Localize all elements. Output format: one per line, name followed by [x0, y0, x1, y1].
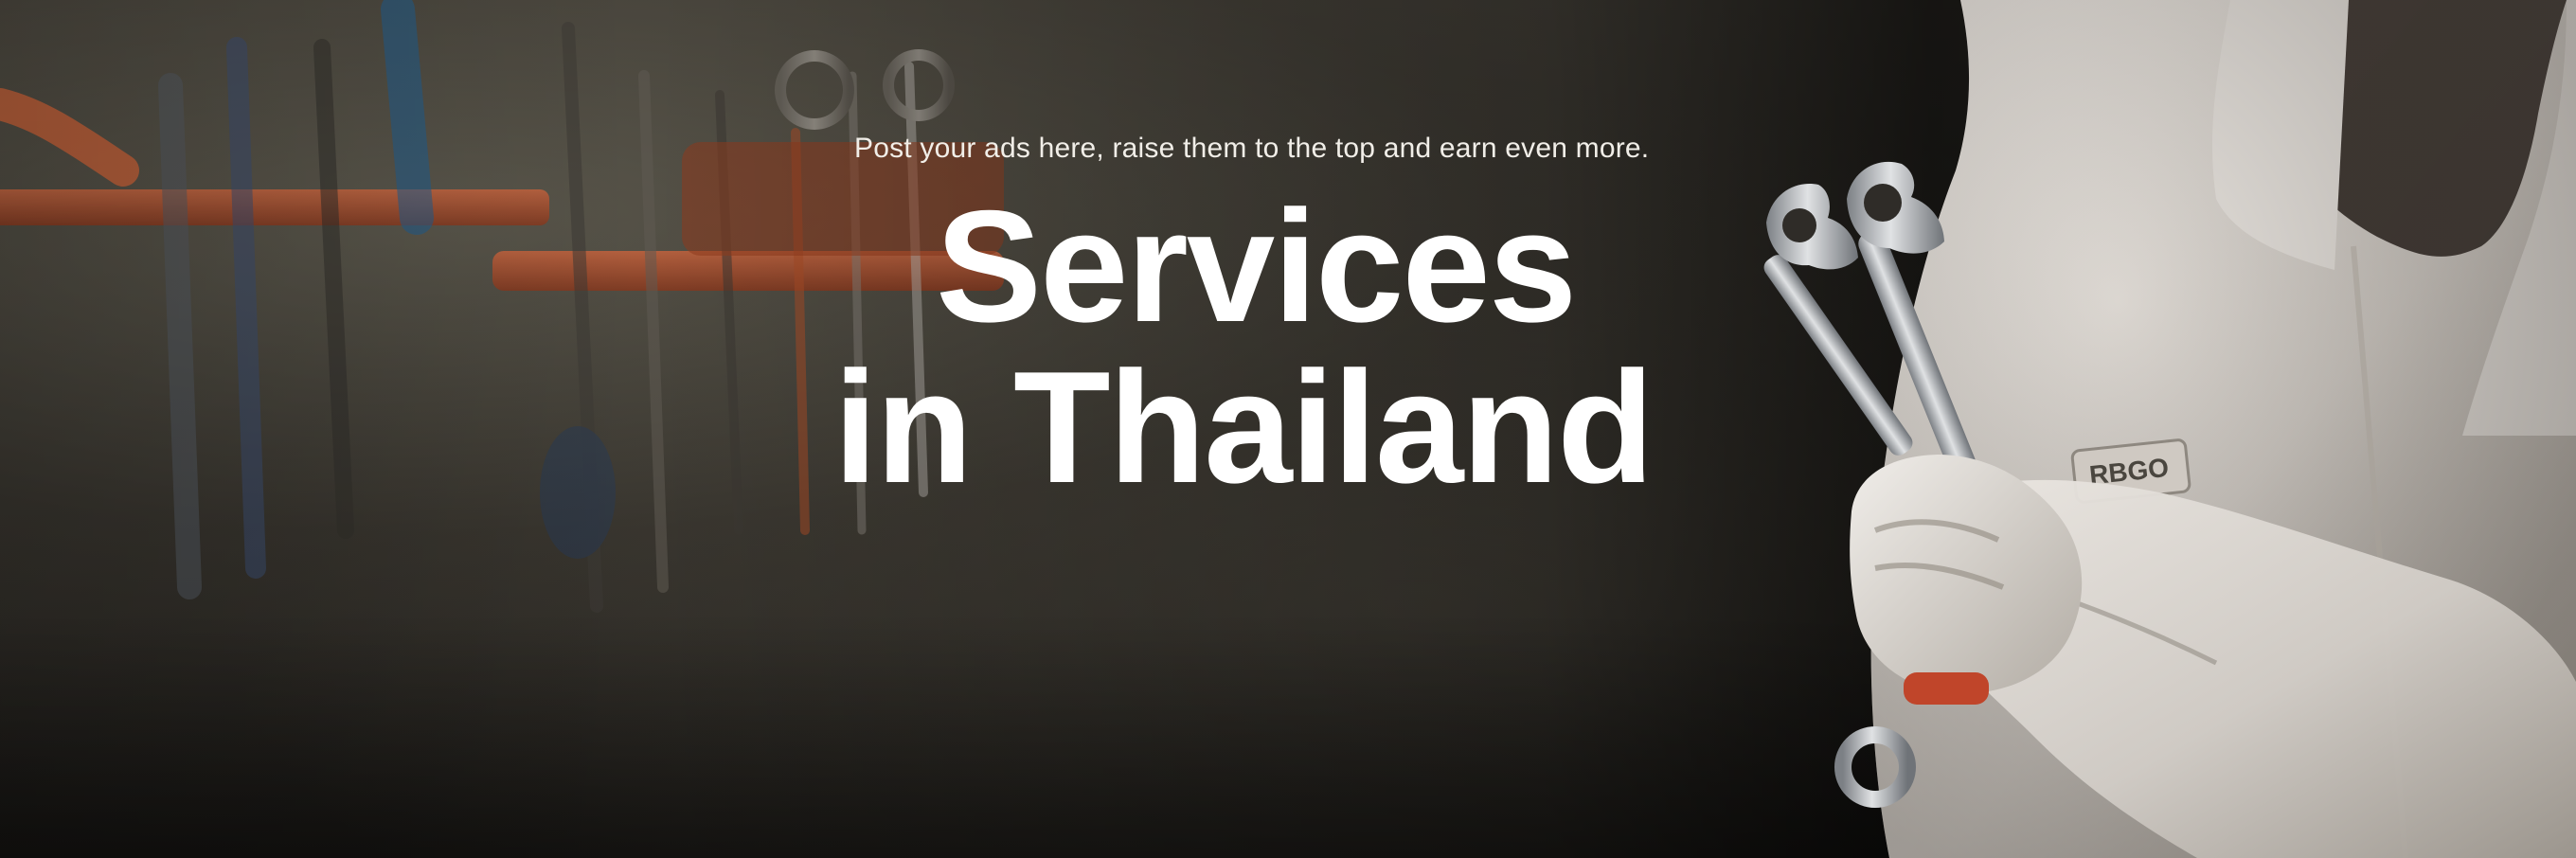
- title-line-1: Services: [936, 177, 1577, 355]
- title-line-2: in Thailand: [833, 338, 1655, 516]
- tagline: Post your ads here, raise them to the to…: [854, 133, 1650, 164]
- page-title: Services in Thailand: [833, 177, 1655, 516]
- mechanic-illustration: RBGO: [1763, 0, 2576, 858]
- hero-banner: RBGO Post your ads here, raise them to t…: [0, 0, 2576, 858]
